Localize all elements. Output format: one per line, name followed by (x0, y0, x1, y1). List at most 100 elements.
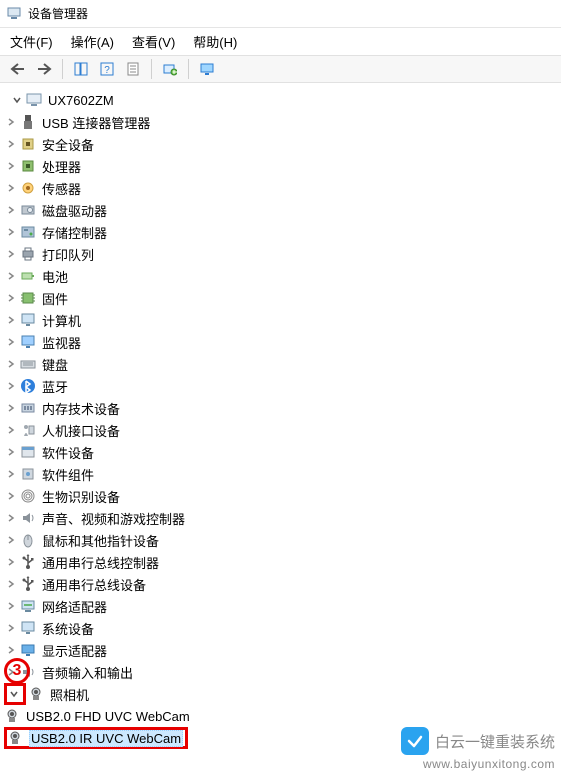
tree-category-monitors[interactable]: 监视器 (4, 331, 557, 353)
chevron-right-icon[interactable] (4, 313, 18, 327)
storage-icon (20, 224, 36, 240)
tree-category-label: 音频输入和输出 (42, 663, 133, 682)
chip-icon (20, 136, 36, 152)
tree-category-memory-tech[interactable]: 内存技术设备 (4, 397, 557, 419)
monitor-button[interactable] (195, 58, 219, 80)
tree-category-label: 监视器 (42, 333, 81, 352)
tree-category-label: 磁盘驱动器 (42, 201, 107, 220)
tree-category-usb-connector[interactable]: USB 连接器管理器 (4, 111, 557, 133)
tree-category-cameras[interactable]: 照相机 (4, 683, 557, 705)
tree-category-label: 软件设备 (42, 443, 94, 462)
tree-category-computer[interactable]: 计算机 (4, 309, 557, 331)
device-manager-icon (6, 6, 22, 22)
tree-category-network-adapters[interactable]: 网络适配器 (4, 595, 557, 617)
tree-category-audio-io[interactable]: 音频输入和输出 (4, 661, 557, 683)
camera-icon (7, 730, 23, 746)
tree-category-hid[interactable]: 人机接口设备 (4, 419, 557, 441)
menu-help[interactable]: 帮助(H) (193, 32, 237, 51)
chevron-right-icon[interactable] (4, 489, 18, 503)
bluetooth-icon (20, 378, 36, 394)
chevron-right-icon[interactable] (4, 423, 18, 437)
annotation-redbox-device: USB2.0 IR UVC WebCam (4, 727, 188, 749)
chevron-right-icon[interactable] (4, 445, 18, 459)
tree-category-disk-drives[interactable]: 磁盘驱动器 (4, 199, 557, 221)
menu-action[interactable]: 操作(A) (71, 32, 114, 51)
chevron-right-icon[interactable] (4, 643, 18, 657)
tree-category-display-adapters[interactable]: 显示适配器 (4, 639, 557, 661)
back-button[interactable] (6, 58, 30, 80)
tree-category-mice[interactable]: 鼠标和其他指针设备 (4, 529, 557, 551)
tree-device-label: USB2.0 IR UVC WebCam (29, 730, 183, 747)
forward-button[interactable] (32, 58, 56, 80)
tree-category-label: 处理器 (42, 157, 81, 176)
tree-category-usb-devices[interactable]: 通用串行总线设备 (4, 573, 557, 595)
chevron-right-icon[interactable] (4, 291, 18, 305)
tree-category-audio-video-game[interactable]: 声音、视频和游戏控制器 (4, 507, 557, 529)
chevron-right-icon[interactable] (4, 203, 18, 217)
tree-category-label: 网络适配器 (42, 597, 107, 616)
tree-category-label: 传感器 (42, 179, 81, 198)
tree-device-cam-fhd[interactable]: USB2.0 FHD UVC WebCam (4, 705, 557, 727)
chevron-right-icon[interactable] (4, 555, 18, 569)
chevron-right-icon[interactable] (4, 269, 18, 283)
tree-category-label: 键盘 (42, 355, 68, 374)
tree-category-storage-controllers[interactable]: 存储控制器 (4, 221, 557, 243)
tree-category-security-devices[interactable]: 安全设备 (4, 133, 557, 155)
tree-category-label: 生物识别设备 (42, 487, 120, 506)
window-title: 设备管理器 (28, 5, 88, 22)
tree-category-processors[interactable]: 处理器 (4, 155, 557, 177)
chevron-right-icon[interactable] (4, 181, 18, 195)
tree-category-bluetooth[interactable]: 蓝牙 (4, 375, 557, 397)
tree-category-print-queues[interactable]: 打印队列 (4, 243, 557, 265)
chevron-right-icon[interactable] (4, 247, 18, 261)
tree-category-sensors[interactable]: 传感器 (4, 177, 557, 199)
chevron-right-icon[interactable] (4, 533, 18, 547)
tree-category-biometric[interactable]: 生物识别设备 (4, 485, 557, 507)
tree-category-label: 计算机 (42, 311, 81, 330)
chevron-right-icon[interactable] (4, 357, 18, 371)
chevron-right-icon[interactable] (4, 335, 18, 349)
tree-category-software-devices[interactable]: 软件设备 (4, 441, 557, 463)
keyboard-icon (20, 356, 36, 372)
chevron-right-icon[interactable] (4, 577, 18, 591)
chevron-right-icon[interactable] (4, 401, 18, 415)
device-tree[interactable]: UX7602ZM USB 连接器管理器安全设备处理器传感器磁盘驱动器存储控制器打… (0, 83, 561, 753)
window-titlebar: 设备管理器 (0, 0, 561, 28)
menu-file[interactable]: 文件(F) (10, 32, 53, 51)
chip-green-icon (20, 290, 36, 306)
memory-icon (20, 400, 36, 416)
chevron-right-icon[interactable] (4, 379, 18, 393)
camera-icon (4, 708, 20, 724)
menu-view[interactable]: 查看(V) (132, 32, 175, 51)
chevron-right-icon[interactable] (4, 137, 18, 151)
scan-hardware-button[interactable] (158, 58, 182, 80)
chevron-right-icon[interactable] (4, 159, 18, 173)
tree-category-system-devices[interactable]: 系统设备 (4, 617, 557, 639)
chevron-right-icon[interactable] (4, 225, 18, 239)
properties-button[interactable] (121, 58, 145, 80)
chevron-right-icon[interactable] (4, 599, 18, 613)
software-icon (20, 444, 36, 460)
chevron-down-icon[interactable] (10, 93, 24, 107)
chevron-right-icon[interactable] (4, 511, 18, 525)
chevron-right-icon[interactable] (4, 467, 18, 481)
tree-root-node[interactable]: UX7602ZM (4, 89, 557, 111)
toolbar-separator (151, 59, 152, 79)
tree-category-software-components[interactable]: 软件组件 (4, 463, 557, 485)
tree-category-usb-controllers[interactable]: 通用串行总线控制器 (4, 551, 557, 573)
tree-category-label: 声音、视频和游戏控制器 (42, 509, 185, 528)
fingerprint-icon (20, 488, 36, 504)
tree-category-label: 显示适配器 (42, 641, 107, 660)
tree-category-label: 安全设备 (42, 135, 94, 154)
tree-category-batteries[interactable]: 电池 (4, 265, 557, 287)
tree-category-keyboards[interactable]: 键盘 (4, 353, 557, 375)
chevron-right-icon[interactable] (4, 621, 18, 635)
chevron-down-icon[interactable] (7, 687, 21, 701)
watermark-logo-icon (401, 727, 429, 755)
tree-category-label: 打印队列 (42, 245, 94, 264)
tree-category-label: 存储控制器 (42, 223, 107, 242)
chevron-right-icon[interactable] (4, 115, 18, 129)
tree-category-firmware[interactable]: 固件 (4, 287, 557, 309)
show-hide-console-button[interactable] (69, 58, 93, 80)
help-button[interactable]: ? (95, 58, 119, 80)
